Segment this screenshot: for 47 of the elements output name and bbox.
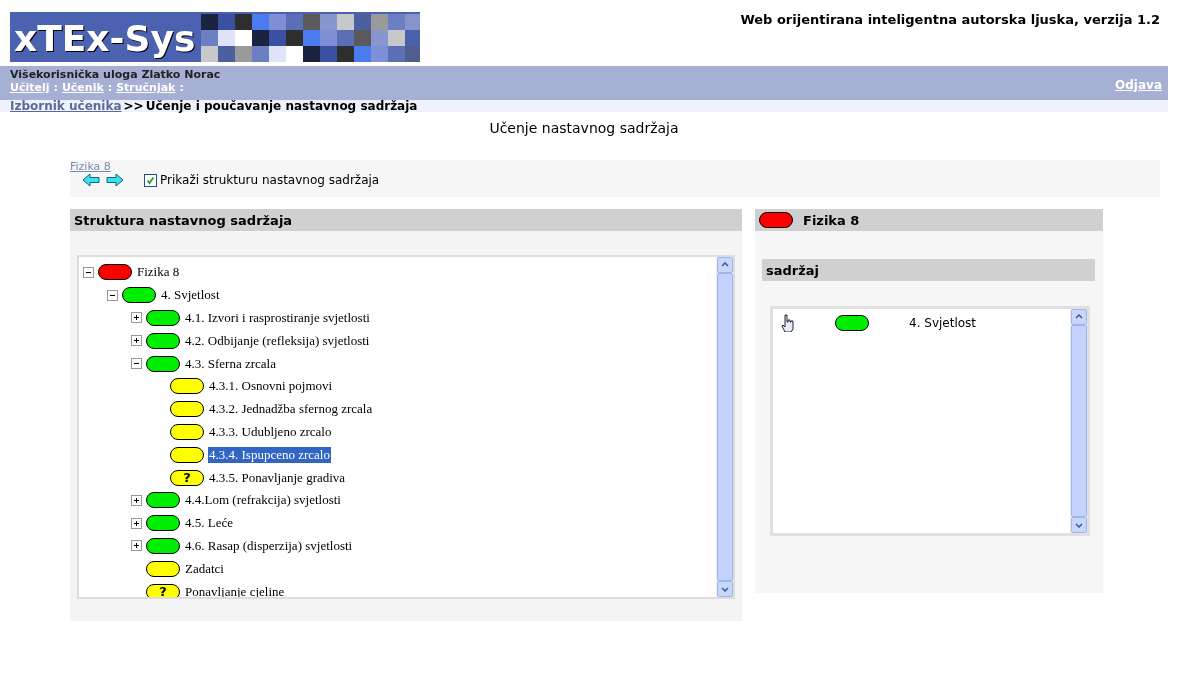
back-arrow-icon[interactable] xyxy=(82,173,100,187)
user-role: Višekorisnička uloga Zlatko Norac xyxy=(10,68,221,81)
expand-icon[interactable] xyxy=(131,312,142,324)
expand-icon[interactable] xyxy=(131,494,142,506)
breadcrumb-separator: >> xyxy=(123,100,144,112)
collapse-icon[interactable] xyxy=(131,358,142,370)
content-item[interactable]: 4. Svjetlost xyxy=(909,316,977,330)
checkbox-label: Prikaži strukturu nastavnog sadržaja xyxy=(160,173,380,187)
forward-arrow-icon[interactable] xyxy=(106,173,124,187)
expand-icon[interactable] xyxy=(131,540,142,552)
collapse-icon[interactable] xyxy=(83,266,94,278)
scroll-up-icon[interactable] xyxy=(1075,314,1083,320)
breadcrumb-link[interactable]: Izbornik učenika xyxy=(10,100,122,112)
scroll-down-icon[interactable] xyxy=(1075,522,1083,528)
tree-item[interactable]: Fizika 8 xyxy=(136,264,181,281)
page-title: Učenje nastavnog sadržaja xyxy=(488,120,680,138)
separator: : xyxy=(107,81,113,94)
separator: : xyxy=(53,81,58,94)
tree-item[interactable]: Zadatci xyxy=(184,560,225,577)
scroll-up-icon[interactable] xyxy=(721,262,729,268)
tree-item[interactable]: 4.3.2. Jednadžba sfernog zrcala xyxy=(208,401,374,418)
tree-item[interactable]: 4.2. Odbijanje (refleksija) svjetlosti xyxy=(184,332,371,349)
scroll-down-icon[interactable] xyxy=(721,586,729,592)
tree-item[interactable]: 4.3.1. Osnovni pojmovi xyxy=(208,378,334,395)
hand-pointer-icon xyxy=(781,314,795,332)
tree-item[interactable]: 4.4.Lom (refrakcija) svjetlosti xyxy=(184,492,342,509)
tree-item[interactable]: 4.5. Leće xyxy=(184,515,234,532)
section-header: sadržaj xyxy=(762,259,1095,281)
separator: : xyxy=(179,81,184,94)
tagline: Web orijentirana inteligentna autorska ljuska, verzija 1.2 xyxy=(740,12,1160,27)
expand-icon[interactable] xyxy=(131,335,142,347)
tree-item[interactable]: 4. Svjetlost xyxy=(160,287,221,304)
panel-header: Fizika 8 xyxy=(803,212,860,228)
logo: xTEx-Sys xyxy=(13,17,197,61)
panel-header: Struktura nastavnog sadržaja xyxy=(70,209,742,231)
collapse-icon[interactable] xyxy=(107,289,118,301)
tree-item[interactable]: 4.3.5. Ponavljanje gradiva xyxy=(208,469,347,486)
tree-item[interactable]: 4.3. Sferna zrcala xyxy=(184,355,277,372)
expand-icon[interactable] xyxy=(131,517,142,529)
tree-item[interactable]: 4.3.3. Udubljeno zrcalo xyxy=(208,423,333,440)
tree-item[interactable]: 4.6. Rasap (disperzija) svjetlosti xyxy=(184,537,354,554)
breadcrumb-current: Učenje i poučavanje nastavnog sadržaja xyxy=(145,100,418,112)
tree-item[interactable]: 4.3.4. Ispupceno zrcalo xyxy=(208,446,331,463)
scrollbar[interactable] xyxy=(1070,309,1087,533)
scrollbar[interactable] xyxy=(716,257,733,597)
checkbox[interactable] xyxy=(144,173,157,187)
tree-item[interactable]: 4.1. Izvori i rasprostiranje svjetlosti xyxy=(184,310,371,326)
